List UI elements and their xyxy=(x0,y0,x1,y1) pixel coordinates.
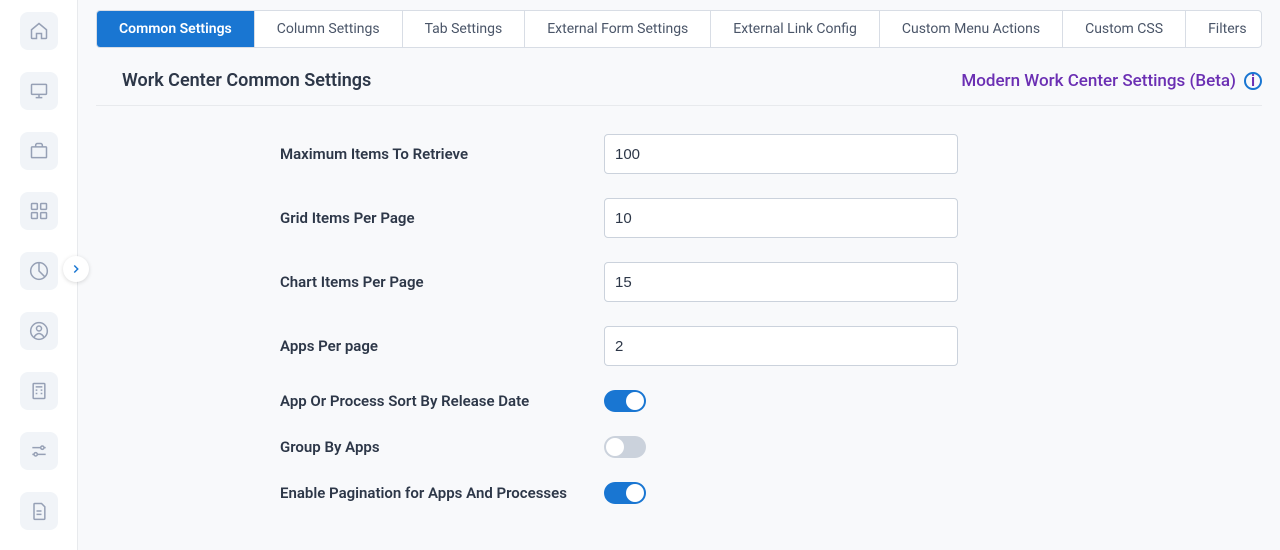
tab-common-settings[interactable]: Common Settings xyxy=(97,11,255,47)
tab-filters[interactable]: Filters xyxy=(1186,11,1262,47)
monitor-icon xyxy=(29,81,49,101)
page-title: Work Center Common Settings xyxy=(122,70,371,91)
sidebar-item-briefcase[interactable] xyxy=(20,132,58,170)
sidebar-item-settings[interactable] xyxy=(20,432,58,470)
tab-custom-css[interactable]: Custom CSS xyxy=(1063,11,1186,47)
label-grid-items: Grid Items Per Page xyxy=(280,209,604,227)
toggle-group-by-apps[interactable] xyxy=(604,436,646,458)
label-chart-items: Chart Items Per Page xyxy=(280,273,604,291)
tab-external-link-config[interactable]: External Link Config xyxy=(711,11,880,47)
sidebar-item-chart[interactable] xyxy=(20,252,58,290)
sidebar-item-apps[interactable] xyxy=(20,192,58,230)
label-max-items: Maximum Items To Retrieve xyxy=(280,145,604,163)
toggle-knob xyxy=(606,438,624,456)
briefcase-icon xyxy=(29,141,49,161)
beta-link[interactable]: Modern Work Center Settings (Beta) xyxy=(961,71,1236,91)
sidebar-expand-button[interactable] xyxy=(63,256,89,282)
input-max-items[interactable] xyxy=(604,134,958,174)
main-content: Common Settings Column Settings Tab Sett… xyxy=(78,0,1280,550)
tabs-bar: Common Settings Column Settings Tab Sett… xyxy=(96,10,1262,48)
sliders-icon xyxy=(29,441,49,461)
label-sort-by-date: App Or Process Sort By Release Date xyxy=(280,392,604,410)
calculator-icon xyxy=(29,381,49,401)
info-icon[interactable]: i xyxy=(1244,72,1262,90)
sidebar-item-monitor[interactable] xyxy=(20,72,58,110)
sidebar-item-user[interactable] xyxy=(20,312,58,350)
user-circle-icon xyxy=(29,321,49,341)
tab-external-form-settings[interactable]: External Form Settings xyxy=(525,11,711,47)
sidebar xyxy=(0,0,78,550)
toggle-knob xyxy=(626,392,644,410)
sidebar-item-home[interactable] xyxy=(20,12,58,50)
chevron-right-icon xyxy=(69,262,83,276)
input-apps-per-page[interactable] xyxy=(604,326,958,366)
toggle-enable-pagination[interactable] xyxy=(604,482,646,504)
sidebar-item-calculator[interactable] xyxy=(20,372,58,410)
input-chart-items[interactable] xyxy=(604,262,958,302)
form-area: Maximum Items To Retrieve Grid Items Per… xyxy=(96,106,1262,504)
document-icon xyxy=(29,501,49,521)
pie-chart-icon xyxy=(29,261,49,281)
header-row: Work Center Common Settings Modern Work … xyxy=(96,48,1262,106)
tab-column-settings[interactable]: Column Settings xyxy=(255,11,403,47)
toggle-sort-by-date[interactable] xyxy=(604,390,646,412)
input-grid-items[interactable] xyxy=(604,198,958,238)
label-group-by-apps: Group By Apps xyxy=(280,438,604,456)
tab-tab-settings[interactable]: Tab Settings xyxy=(403,11,526,47)
toggle-knob xyxy=(626,484,644,502)
label-enable-pagination: Enable Pagination for Apps And Processes xyxy=(280,484,604,502)
apps-icon xyxy=(29,201,49,221)
label-apps-per-page: Apps Per page xyxy=(280,337,604,355)
sidebar-item-document[interactable] xyxy=(20,492,58,530)
beta-link-wrap: Modern Work Center Settings (Beta) i xyxy=(961,71,1262,91)
home-icon xyxy=(29,21,49,41)
tab-custom-menu-actions[interactable]: Custom Menu Actions xyxy=(880,11,1063,47)
